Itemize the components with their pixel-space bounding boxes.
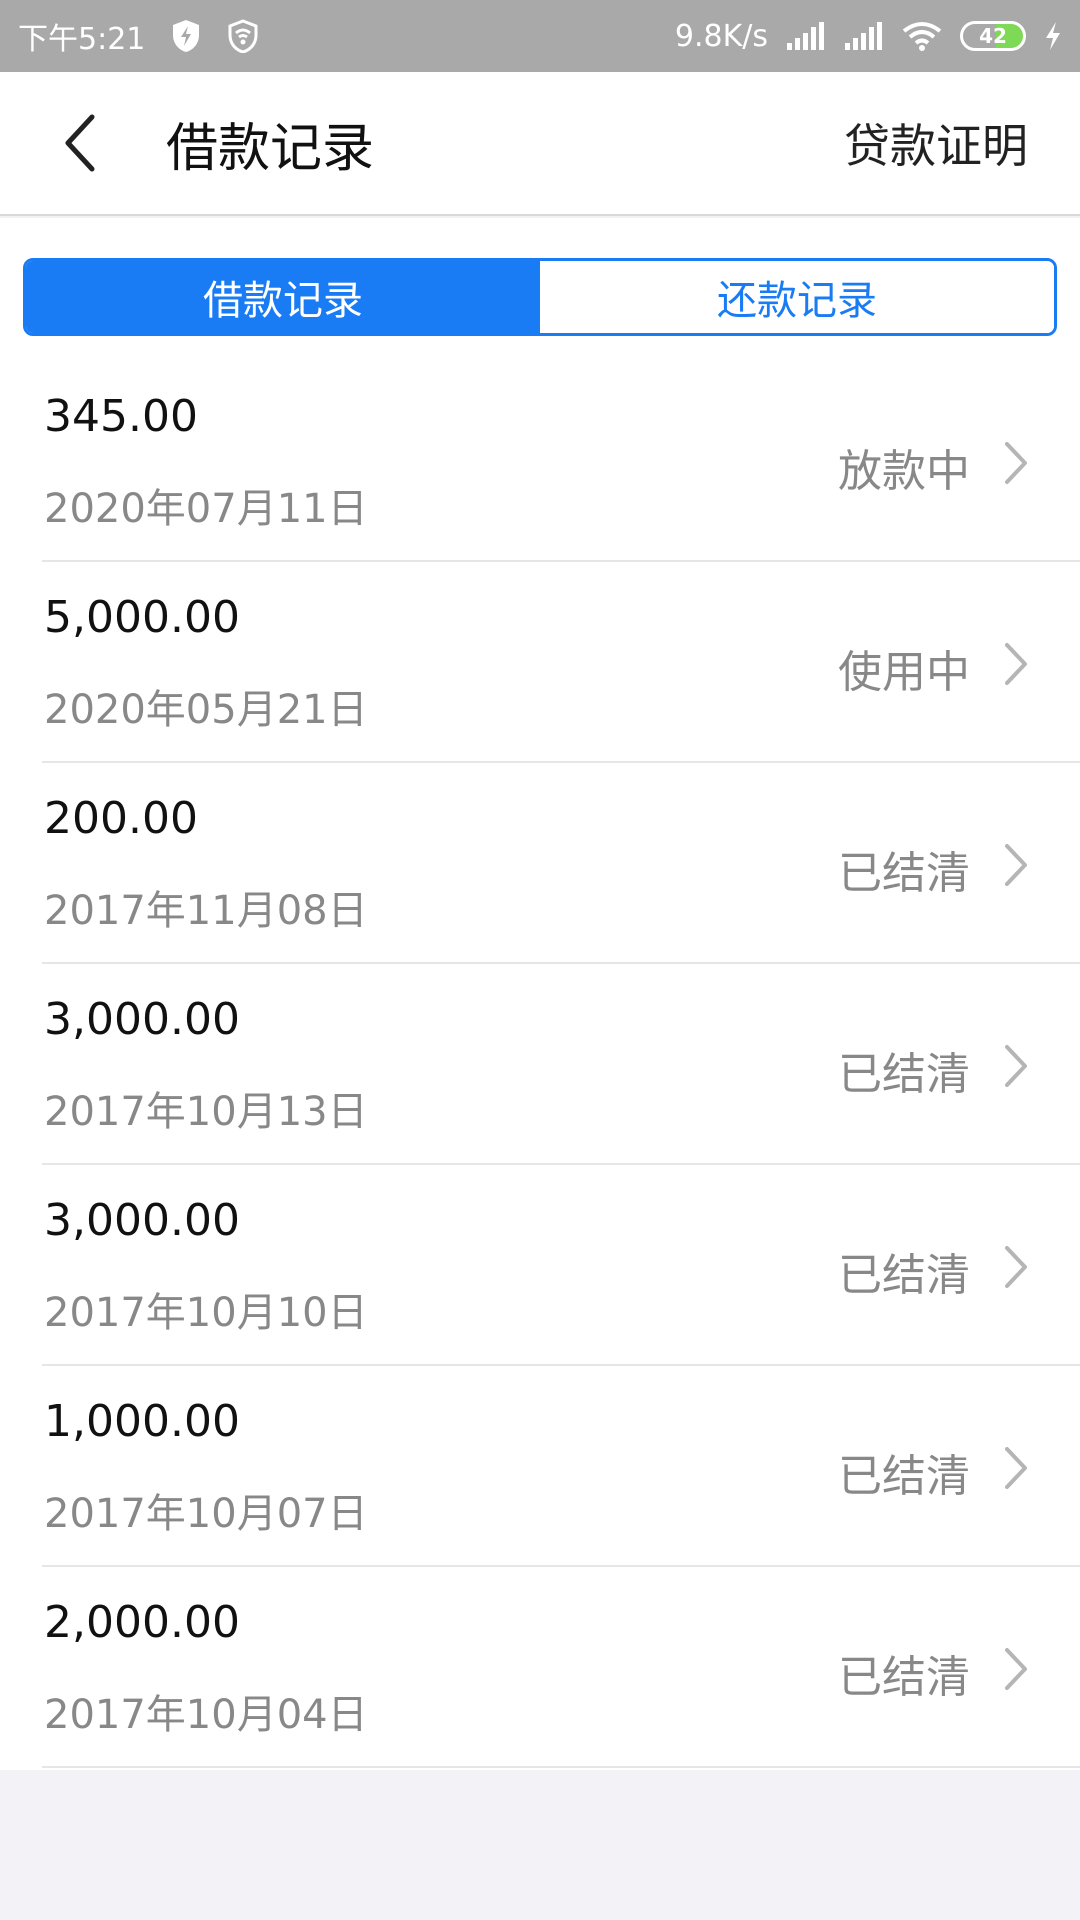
loan-record-list: 345.00 2020年07月11日 放款中 5,000.00 2020年05月… xyxy=(0,361,1080,1768)
tab-repay-records[interactable]: 还款记录 xyxy=(540,261,1054,333)
loan-amount: 200.00 xyxy=(44,793,198,844)
list-item[interactable]: 2,000.00 2017年10月04日 已结清 xyxy=(42,1567,1080,1768)
chevron-right-icon xyxy=(996,1446,1036,1490)
loan-date: 2020年07月11日 xyxy=(44,486,368,532)
loan-amount: 3,000.00 xyxy=(44,994,240,1045)
loan-status: 已结清 xyxy=(838,848,970,899)
loan-date: 2020年05月21日 xyxy=(44,687,368,733)
charging-icon xyxy=(1044,21,1062,51)
loan-amount: 3,000.00 xyxy=(44,1195,240,1246)
shield-icon xyxy=(171,19,201,53)
loan-date: 2017年10月04日 xyxy=(44,1692,368,1738)
chevron-right-icon xyxy=(996,1245,1036,1289)
chevron-right-icon xyxy=(996,642,1036,686)
tab-borrow-records[interactable]: 借款记录 xyxy=(26,261,540,333)
status-right: 9.8K/s 42 xyxy=(675,19,1062,54)
chevron-right-icon xyxy=(996,843,1036,887)
page-title: 借款记录 xyxy=(166,118,375,179)
nav-header: 借款记录 贷款证明 xyxy=(0,72,1080,216)
list-item[interactable]: 345.00 2020年07月11日 放款中 xyxy=(42,361,1080,562)
list-item[interactable]: 5,000.00 2020年05月21日 使用中 xyxy=(42,562,1080,763)
loan-date: 2017年10月07日 xyxy=(44,1491,368,1537)
loan-status: 已结清 xyxy=(838,1652,970,1703)
wifi-icon xyxy=(902,21,942,51)
vpn-shield-icon xyxy=(227,19,259,53)
status-bar: 下午5:21 9.8K/s 42 xyxy=(0,0,1080,72)
loan-date: 2017年11月08日 xyxy=(44,888,368,934)
signal-icon xyxy=(844,21,884,51)
loan-amount: 5,000.00 xyxy=(44,592,240,643)
loan-status: 已结清 xyxy=(838,1451,970,1502)
chevron-right-icon xyxy=(996,441,1036,485)
chevron-left-icon xyxy=(65,114,95,172)
loan-status: 使用中 xyxy=(838,647,970,698)
battery-icon: 42 xyxy=(960,21,1026,51)
list-item[interactable]: 3,000.00 2017年10月10日 已结清 xyxy=(42,1165,1080,1366)
signal-icon xyxy=(786,21,826,51)
loan-date: 2017年10月13日 xyxy=(44,1089,368,1135)
chevron-right-icon xyxy=(996,1044,1036,1088)
list-item[interactable]: 3,000.00 2017年10月13日 已结清 xyxy=(42,964,1080,1165)
list-item[interactable]: 200.00 2017年11月08日 已结清 xyxy=(42,763,1080,964)
loan-status: 放款中 xyxy=(838,446,970,497)
loan-certificate-button[interactable]: 贷款证明 xyxy=(844,110,1028,176)
status-left: 下午5:21 xyxy=(18,14,259,58)
loan-amount: 1,000.00 xyxy=(44,1396,240,1447)
list-item[interactable]: 1,000.00 2017年10月07日 已结清 xyxy=(42,1366,1080,1567)
chevron-right-icon xyxy=(996,1647,1036,1691)
loan-status: 已结清 xyxy=(838,1049,970,1100)
main-content: 借款记录 还款记录 345.00 2020年07月11日 放款中 5,000.0… xyxy=(0,218,1080,1770)
status-time: 下午5:21 xyxy=(18,22,146,57)
battery-level: 42 xyxy=(979,24,1007,48)
network-speed: 9.8K/s xyxy=(674,18,768,54)
loan-date: 2017年10月10日 xyxy=(44,1290,368,1336)
loan-amount: 345.00 xyxy=(44,391,198,442)
back-button[interactable] xyxy=(40,103,120,183)
loan-status: 已结清 xyxy=(838,1250,970,1301)
record-type-tabs: 借款记录 还款记录 xyxy=(23,258,1057,336)
loan-amount: 2,000.00 xyxy=(44,1597,240,1648)
